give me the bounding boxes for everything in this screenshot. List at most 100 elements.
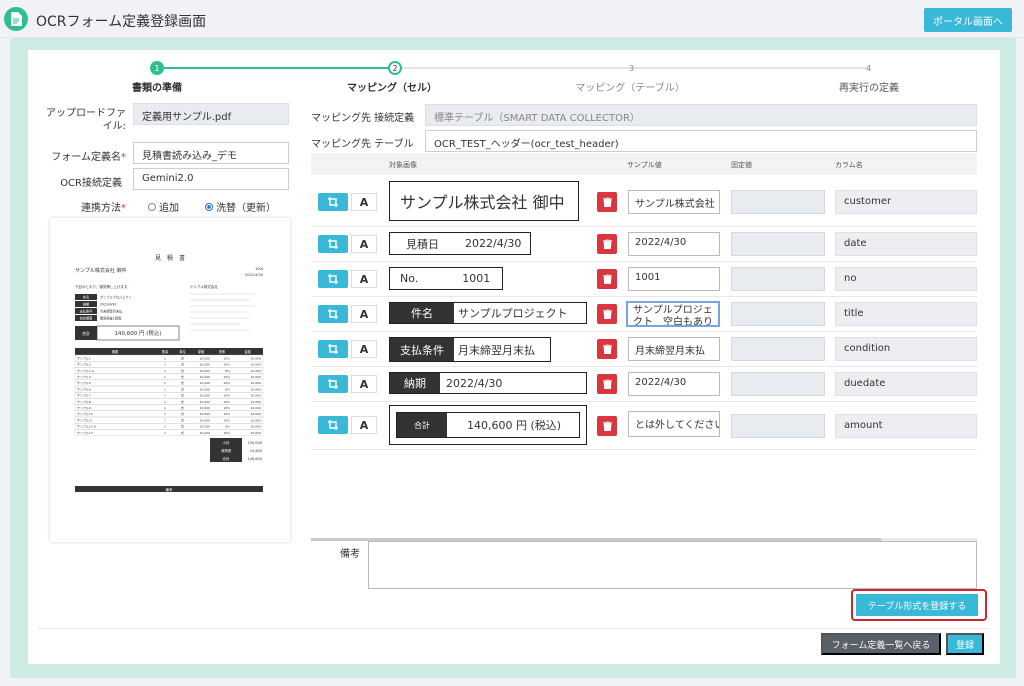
- preview-table-cell: 式: [181, 411, 184, 416]
- crop-icon: [328, 274, 338, 284]
- preview-table-header-cell: 金額: [244, 349, 251, 354]
- column-name-field[interactable]: customer: [835, 190, 977, 214]
- preview-table-cell: 1: [164, 412, 166, 416]
- sample-value-input[interactable]: 2022/4/30: [628, 232, 720, 256]
- delete-button[interactable]: [597, 374, 617, 394]
- preview-table-row: [74, 392, 264, 399]
- remarks-textarea[interactable]: [368, 541, 977, 589]
- sample-value-input[interactable]: 2022/4/30: [628, 372, 720, 396]
- preview-table-cell: 式: [181, 386, 184, 391]
- preview-table-cell: 1: [164, 369, 166, 373]
- preview-tax-value: 10,600: [250, 449, 262, 453]
- preview-table-cell: 10,000: [251, 394, 262, 398]
- preview-table-cell: 式: [181, 393, 184, 398]
- fixed-value-input[interactable]: [731, 190, 825, 214]
- preview-table-cell: 1: [164, 375, 166, 379]
- text-a-button[interactable]: A: [351, 340, 377, 358]
- image-snippet: サンプル株式会社 御中: [389, 181, 579, 221]
- preview-table-cell: 10,000: [200, 406, 211, 410]
- upload-file-field[interactable]: 定義用サンプル.pdf: [133, 103, 289, 125]
- sample-value-input[interactable]: 月末締翌月末払: [628, 337, 720, 361]
- dest-table-select[interactable]: OCR_TEST_ヘッダー(ocr_test_header): [425, 130, 977, 152]
- text-a-button[interactable]: A: [351, 305, 377, 323]
- fixed-value-input[interactable]: [731, 302, 825, 326]
- text-a-button[interactable]: A: [351, 193, 377, 211]
- preview-table-cell: 1: [164, 363, 166, 367]
- preview-table-cell: 10%: [223, 356, 230, 360]
- fixed-value-input[interactable]: [731, 232, 825, 256]
- step-1-circle[interactable]: 1: [150, 61, 164, 75]
- radio-replace[interactable]: 洗替（更新）: [205, 199, 276, 214]
- delete-button[interactable]: [597, 234, 617, 254]
- preview-table-cell: 10,000: [200, 394, 211, 398]
- preview-table-cell: サンプル6: [77, 386, 91, 391]
- row-separator: [311, 226, 977, 227]
- crop-button[interactable]: [318, 340, 348, 358]
- col-colname-header: カラム名: [835, 161, 863, 169]
- radio-replace-dot[interactable]: [205, 202, 213, 211]
- delete-button[interactable]: [597, 416, 617, 436]
- text-a-button[interactable]: A: [351, 270, 377, 288]
- delete-button[interactable]: [597, 339, 617, 359]
- preview-subtotal-value: 130,000: [248, 441, 262, 445]
- image-snippet: 支払条件 月末締翌月末払: [389, 337, 551, 362]
- text-a-button[interactable]: A: [351, 375, 377, 393]
- crop-button[interactable]: [318, 193, 348, 211]
- back-to-list-button[interactable]: フォーム定義一覧へ戻る: [821, 633, 941, 655]
- dest-def-field[interactable]: 標準テーブル（SMART DATA COLLECTOR）: [425, 104, 977, 126]
- preview-grand-label: 合計: [223, 456, 230, 461]
- crop-icon: [328, 239, 338, 249]
- preview-doc-title: 見 積 書: [155, 254, 185, 262]
- crop-button[interactable]: [318, 416, 348, 434]
- sample-value-input[interactable]: 1001: [628, 267, 720, 291]
- fixed-value-input[interactable]: [731, 414, 825, 438]
- preview-table-header-cell: 単価: [198, 349, 205, 354]
- page-title: OCRフォーム定義登録画面: [36, 14, 207, 30]
- column-name-field[interactable]: condition: [835, 337, 977, 361]
- preview-table-cell: 1: [164, 425, 166, 429]
- preview-table-cell: 10,000: [251, 381, 262, 385]
- column-name-field[interactable]: title: [835, 302, 977, 326]
- save-button[interactable]: 登録: [946, 633, 984, 655]
- preview-info-value: 月末締翌月末払: [100, 309, 123, 314]
- fixed-value-input[interactable]: [731, 267, 825, 291]
- radio-add[interactable]: 追加: [148, 199, 179, 214]
- preview-table-row: [74, 385, 264, 393]
- delete-button[interactable]: [597, 192, 617, 212]
- ocr-connection-select[interactable]: Gemini2.0: [133, 168, 289, 190]
- text-a-button[interactable]: A: [351, 416, 377, 434]
- preview-table-cell: 式: [181, 380, 184, 385]
- sample-value-input[interactable]: サンプルプロジェクト 空白もあり: [626, 301, 720, 327]
- crop-button[interactable]: [318, 375, 348, 393]
- crop-icon: [328, 379, 338, 389]
- preview-table-row: [74, 410, 264, 418]
- sample-value-input[interactable]: サンプル株式会社: [628, 190, 720, 214]
- step-2-circle[interactable]: 2: [388, 61, 402, 75]
- preview-table-cell: 10,000: [200, 400, 211, 404]
- column-name-field[interactable]: duedate: [835, 372, 977, 396]
- column-name-field[interactable]: date: [835, 232, 977, 256]
- crop-button[interactable]: [318, 235, 348, 253]
- delete-button[interactable]: [597, 304, 617, 324]
- delete-button[interactable]: [597, 269, 617, 289]
- sample-value-input[interactable]: とは外してください: [628, 411, 720, 437]
- radio-add-dot[interactable]: [148, 202, 156, 211]
- crop-button[interactable]: [318, 305, 348, 323]
- preview-table-cell: 10,000: [251, 400, 262, 404]
- fixed-value-input[interactable]: [731, 337, 825, 361]
- preview-table-cell: 10,000: [251, 387, 262, 391]
- column-name-field[interactable]: no: [835, 267, 977, 291]
- register-table-button[interactable]: テーブル形式を登録する: [856, 594, 978, 616]
- upload-label: アップロードファイル:: [46, 108, 126, 132]
- fixed-value-input[interactable]: [731, 372, 825, 396]
- preview-table-cell: 10%: [223, 412, 230, 416]
- text-a-button[interactable]: A: [351, 235, 377, 253]
- preview-table-cell: 10,000: [200, 412, 211, 416]
- form-name-input[interactable]: 見積書読み込み_デモ: [133, 142, 289, 164]
- crop-icon: [328, 197, 338, 207]
- portal-button[interactable]: ポータル画面へ: [924, 8, 1012, 32]
- column-name-field[interactable]: amount: [835, 414, 977, 438]
- preview-info-value: サンプルプロジェクト: [100, 295, 132, 300]
- crop-button[interactable]: [318, 270, 348, 288]
- preview-footer-label: 備考: [166, 487, 173, 492]
